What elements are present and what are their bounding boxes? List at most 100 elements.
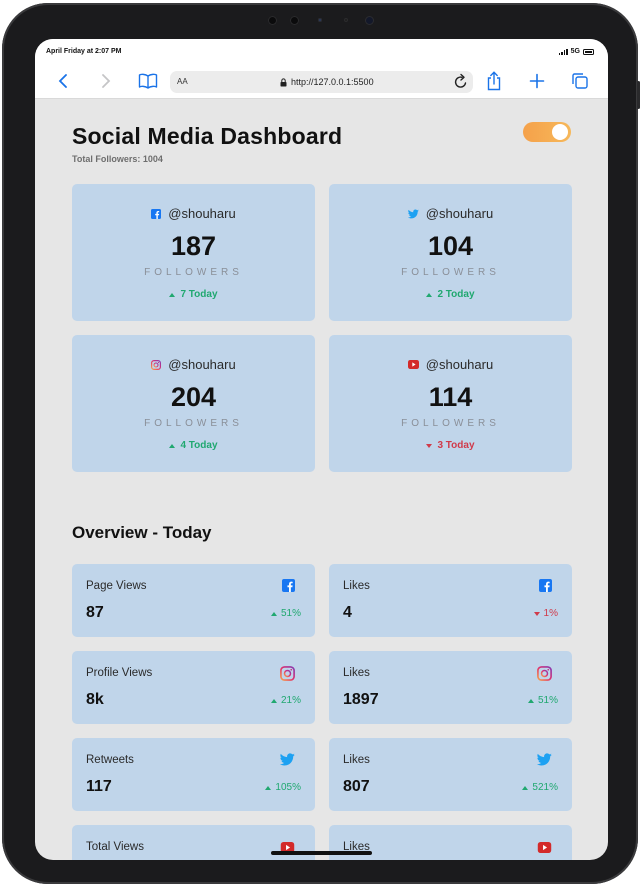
change-text: 3 Today bbox=[437, 440, 475, 451]
bookmarks-button[interactable] bbox=[137, 71, 159, 91]
follower-count: 204 bbox=[170, 382, 217, 412]
overview-change: 521% bbox=[522, 782, 558, 793]
overview-card-likes-instagram[interactable]: Likes 1897 51% bbox=[329, 651, 572, 724]
change-percent: 521% bbox=[532, 782, 558, 793]
overview-change: 1% bbox=[533, 608, 558, 619]
overview-value: 117 bbox=[86, 778, 112, 795]
chevron-left-icon bbox=[58, 74, 67, 88]
overview-card-likes-twitter[interactable]: Likes 807 521% bbox=[329, 738, 572, 811]
screen: April Friday at 2:07 PM 5G AA http://127… bbox=[35, 39, 608, 860]
total-followers: Total Followers: 1004 bbox=[72, 154, 163, 164]
overview-card-retweets[interactable]: Retweets 117 105% bbox=[72, 738, 315, 811]
follower-change: 3 Today bbox=[329, 440, 572, 451]
share-icon bbox=[487, 71, 501, 91]
overview-card-page-views[interactable]: Page Views 87 51% bbox=[72, 564, 315, 637]
arrow-up-icon bbox=[270, 611, 277, 616]
followers-label: FOLLOWERS bbox=[401, 418, 500, 429]
change-text: 4 Today bbox=[180, 440, 218, 451]
change-percent: 51% bbox=[280, 608, 301, 619]
follower-card-youtube[interactable]: @shouharu 114 FOLLOWERS 3 Today bbox=[329, 335, 572, 472]
arrow-up-icon bbox=[522, 785, 529, 790]
facebook-icon bbox=[151, 208, 162, 219]
overview-change: 51% bbox=[527, 695, 558, 706]
follower-card-twitter[interactable]: @shouharu 104 FOLLOWERS 2 Today bbox=[329, 184, 572, 321]
overview-label: Likes bbox=[343, 667, 370, 679]
camera-housing bbox=[264, 13, 384, 27]
reload-button[interactable] bbox=[453, 73, 469, 93]
status-indicators: 5G bbox=[558, 48, 594, 55]
tablet-frame: April Friday at 2:07 PM 5G AA http://127… bbox=[2, 3, 640, 884]
instagram-icon bbox=[537, 666, 552, 686]
back-button[interactable] bbox=[52, 71, 74, 91]
change-text: 7 Today bbox=[180, 289, 218, 300]
followers-label: FOLLOWERS bbox=[144, 267, 243, 278]
overview-change: 105% bbox=[265, 782, 301, 793]
book-icon bbox=[138, 73, 158, 89]
youtube-icon bbox=[407, 360, 419, 369]
page-content: Social Media Dashboard Total Followers: … bbox=[35, 99, 608, 860]
theme-toggle[interactable] bbox=[523, 122, 571, 142]
tabs-button[interactable] bbox=[569, 71, 591, 91]
arrow-up-icon bbox=[527, 698, 534, 703]
tabs-icon bbox=[572, 73, 588, 89]
overview-value: 1897 bbox=[343, 691, 379, 708]
overview-value: 807 bbox=[343, 778, 370, 795]
sensor-icon bbox=[268, 16, 277, 25]
overview-label: Total Views bbox=[86, 841, 144, 853]
overview-value: 8k bbox=[86, 691, 104, 708]
arrow-up-icon bbox=[426, 292, 433, 297]
overview-value: 4 bbox=[343, 604, 352, 621]
follower-count: 187 bbox=[170, 231, 217, 261]
instagram-icon bbox=[280, 666, 295, 686]
follower-card-facebook[interactable]: @shouharu 187 FOLLOWERS 7 Today bbox=[72, 184, 315, 321]
card-handle-row: @shouharu bbox=[72, 206, 315, 221]
change-percent: 105% bbox=[275, 782, 301, 793]
signal-icon bbox=[558, 48, 568, 55]
facebook-icon bbox=[282, 579, 295, 597]
follower-card-instagram[interactable]: @shouharu 204 FOLLOWERS 4 Today bbox=[72, 335, 315, 472]
follower-count: 114 bbox=[428, 382, 473, 412]
arrow-up-icon bbox=[169, 443, 176, 448]
share-button[interactable] bbox=[483, 71, 505, 91]
card-handle-row: @shouharu bbox=[72, 357, 315, 372]
arrow-up-icon bbox=[270, 698, 277, 703]
sensor-dot-icon bbox=[344, 18, 348, 22]
text-size-button[interactable]: AA bbox=[177, 77, 188, 86]
arrow-up-icon bbox=[265, 785, 272, 790]
network-label: 5G bbox=[570, 48, 580, 55]
change-percent: 1% bbox=[543, 608, 558, 619]
twitter-icon bbox=[279, 753, 295, 771]
reload-icon bbox=[454, 73, 467, 88]
card-handle: @shouharu bbox=[425, 206, 494, 221]
status-bar: April Friday at 2:07 PM 5G bbox=[35, 39, 608, 63]
page-title: Social Media Dashboard bbox=[72, 123, 343, 149]
follower-change: 4 Today bbox=[72, 440, 315, 451]
change-text: 2 Today bbox=[437, 289, 475, 300]
overview-card-likes-facebook[interactable]: Likes 4 1% bbox=[329, 564, 572, 637]
home-indicator[interactable] bbox=[271, 851, 372, 855]
follower-change: 7 Today bbox=[72, 289, 315, 300]
overview-change: 51% bbox=[270, 608, 301, 619]
new-tab-button[interactable] bbox=[526, 71, 548, 91]
overview-card-profile-views[interactable]: Profile Views 8k 21% bbox=[72, 651, 315, 724]
toggle-knob[interactable] bbox=[552, 124, 568, 140]
card-handle: @shouharu bbox=[168, 206, 236, 221]
card-handle: @shouharu bbox=[425, 357, 494, 372]
forward-button[interactable] bbox=[95, 71, 117, 91]
lock-icon bbox=[280, 77, 287, 86]
instagram-icon bbox=[151, 359, 162, 370]
follower-count: 104 bbox=[427, 231, 474, 261]
url-display[interactable]: http://127.0.0.1:5500 bbox=[280, 77, 374, 87]
arrow-down-icon bbox=[426, 443, 433, 448]
address-bar[interactable]: AA http://127.0.0.1:5500 bbox=[170, 71, 473, 93]
card-handle-row: @shouharu bbox=[329, 206, 572, 221]
card-handle: @shouharu bbox=[168, 357, 236, 372]
arrow-down-icon bbox=[533, 611, 540, 616]
browser-toolbar: AA http://127.0.0.1:5500 bbox=[35, 63, 608, 99]
chevron-right-icon bbox=[102, 74, 111, 88]
overview-label: Retweets bbox=[86, 754, 134, 766]
followers-label: FOLLOWERS bbox=[144, 418, 243, 429]
overview-label: Profile Views bbox=[86, 667, 153, 679]
url-text: http://127.0.0.1:5500 bbox=[291, 77, 374, 87]
overview-title: Overview - Today bbox=[72, 523, 212, 542]
